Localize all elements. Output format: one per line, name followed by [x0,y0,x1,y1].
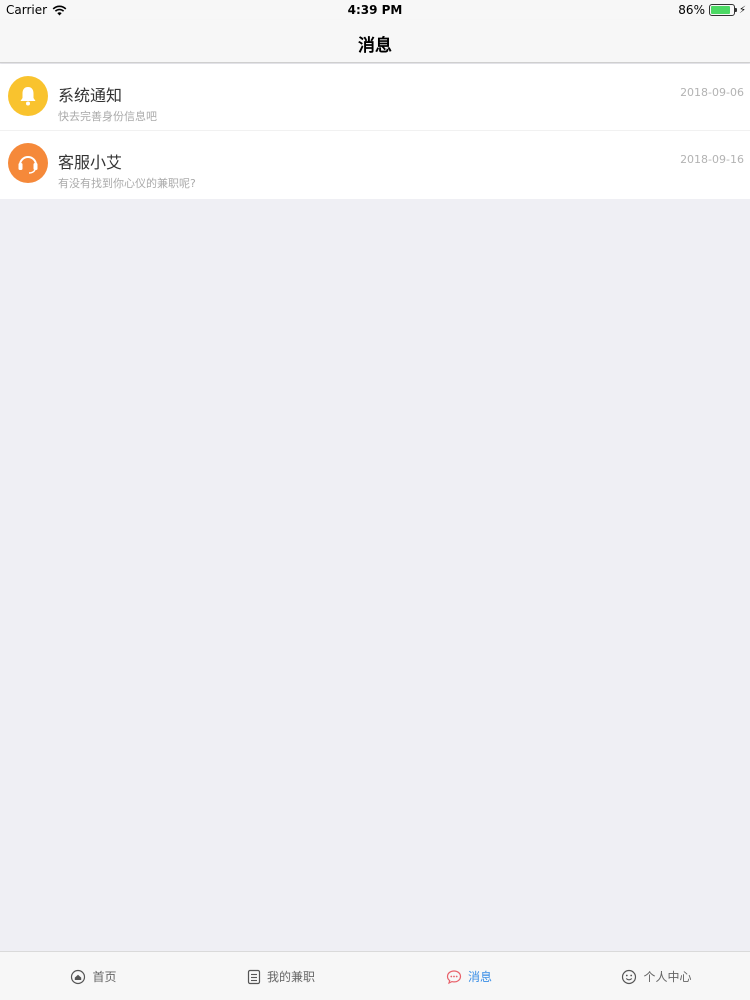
message-preview: 有没有找到你心仪的兼职呢? [58,177,196,190]
battery-fill [710,6,730,14]
battery-percent: 86% [678,3,705,17]
message-avatar [8,76,48,116]
chat-bubble-icon [446,969,462,984]
tab-my-jobs[interactable]: 我的兼职 [187,952,375,1000]
tab-label: 我的兼职 [266,970,315,984]
document-icon [247,969,261,984]
tab-bar: 首页 我的兼职 消息 个人中心 [0,951,750,1000]
message-date: 2018-09-06 [680,86,744,99]
tab-home[interactable]: 首页 [0,952,187,1000]
tab-label: 个人中心 [643,970,692,984]
message-date: 2018-09-16 [680,153,744,166]
message-preview: 快去完善身份信息吧 [58,110,157,123]
message-item-customer-service[interactable]: 客服小艾 有没有找到你心仪的兼职呢? 2018-09-16 [0,131,750,199]
home-icon [71,969,86,984]
navigation-bar: 消息 [0,20,750,63]
headset-icon [18,156,38,174]
status-bar: Carrier 4:39 PM 86% ⚡ [0,0,750,20]
message-avatar [8,143,48,183]
status-right: 86% ⚡ [678,3,746,17]
tab-label: 首页 [92,970,117,984]
tab-messages[interactable]: 消息 [375,952,563,1000]
message-item-system-notice[interactable]: 系统通知 快去完善身份信息吧 2018-09-06 [0,64,750,131]
charging-icon: ⚡ [738,4,746,16]
message-title: 客服小艾 [58,153,123,172]
tab-label: 消息 [467,970,492,984]
tab-profile[interactable]: 个人中心 [563,952,750,1000]
status-time: 4:39 PM [347,3,403,17]
message-title: 系统通知 [58,86,123,105]
battery-icon [708,4,737,16]
message-list: 系统通知 快去完善身份信息吧 2018-09-06 客服小艾 有没有找到你心仪的… [0,64,750,199]
bell-icon [20,87,36,106]
app-root: Carrier 4:39 PM 86% ⚡ 消息 系统通知 快去完善身份信息吧 … [0,0,750,1000]
page-title: 消息 [358,36,392,56]
smiley-icon [622,969,637,984]
